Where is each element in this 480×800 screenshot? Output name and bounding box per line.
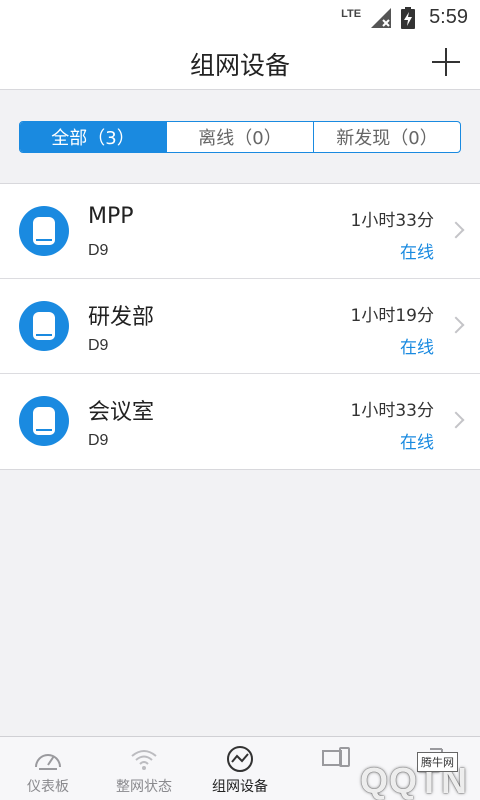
watermark-tag: 腾牛网	[417, 752, 458, 772]
device-online-duration: 1小时33分	[350, 211, 434, 231]
chevron-right-icon	[447, 411, 465, 429]
add-device-button[interactable]	[432, 48, 460, 76]
lte-label: LTE	[341, 7, 362, 20]
tab-new[interactable]: 新发现（0）	[314, 122, 460, 152]
device-name: 研发部	[88, 305, 155, 330]
title-bar: 组网设备	[0, 36, 480, 90]
router-icon	[19, 396, 69, 446]
device-model: D9	[88, 242, 109, 259]
page-title: 组网设备	[189, 51, 290, 80]
device-model: D9	[88, 432, 109, 449]
router-icon	[19, 206, 69, 256]
device-online-duration: 1小时19分	[350, 306, 434, 326]
device-model: D9	[88, 337, 109, 354]
tab-label: 仪表板	[27, 779, 69, 795]
router-icon	[19, 301, 69, 351]
tab-network-devices[interactable]: 组网设备	[192, 737, 288, 800]
tab-label: 整网状态	[116, 779, 172, 795]
device-name: 会议室	[88, 400, 155, 425]
gauge-icon	[35, 754, 61, 770]
device-status: 在线	[400, 338, 434, 358]
device-online-duration: 1小时33分	[350, 401, 434, 421]
tab-label: 组网设备	[212, 779, 268, 795]
status-icons: LTE 5:59	[341, 6, 468, 29]
device-name: MPP	[88, 204, 134, 229]
clock: 5:59	[429, 6, 468, 28]
watermark: QQTN 腾牛网	[286, 744, 476, 800]
network-chart-icon	[227, 746, 253, 772]
tab-all[interactable]: 全部（3）	[20, 122, 167, 152]
device-status: 在线	[400, 433, 434, 453]
device-list: MPP D9 1小时33分 在线 研发部 D9 1小时19分 在线 会议室 D9…	[0, 183, 480, 470]
tab-offline[interactable]: 离线（0）	[167, 122, 314, 152]
chevron-right-icon	[447, 221, 465, 239]
tab-dashboard[interactable]: 仪表板	[0, 737, 96, 800]
device-status: 在线	[400, 243, 434, 263]
signal-icon	[371, 7, 392, 28]
device-row[interactable]: 研发部 D9 1小时19分 在线	[0, 279, 480, 374]
tab-network-status[interactable]: 整网状态	[96, 737, 192, 800]
status-bar: LTE 5:59	[0, 0, 480, 36]
chevron-right-icon	[447, 316, 465, 334]
battery-charging-icon	[401, 6, 416, 29]
device-row[interactable]: MPP D9 1小时33分 在线	[0, 184, 480, 279]
device-row[interactable]: 会议室 D9 1小时33分 在线	[0, 374, 480, 469]
device-filter-tabs: 全部（3） 离线（0） 新发现（0）	[19, 121, 461, 153]
wifi-icon	[131, 750, 157, 770]
